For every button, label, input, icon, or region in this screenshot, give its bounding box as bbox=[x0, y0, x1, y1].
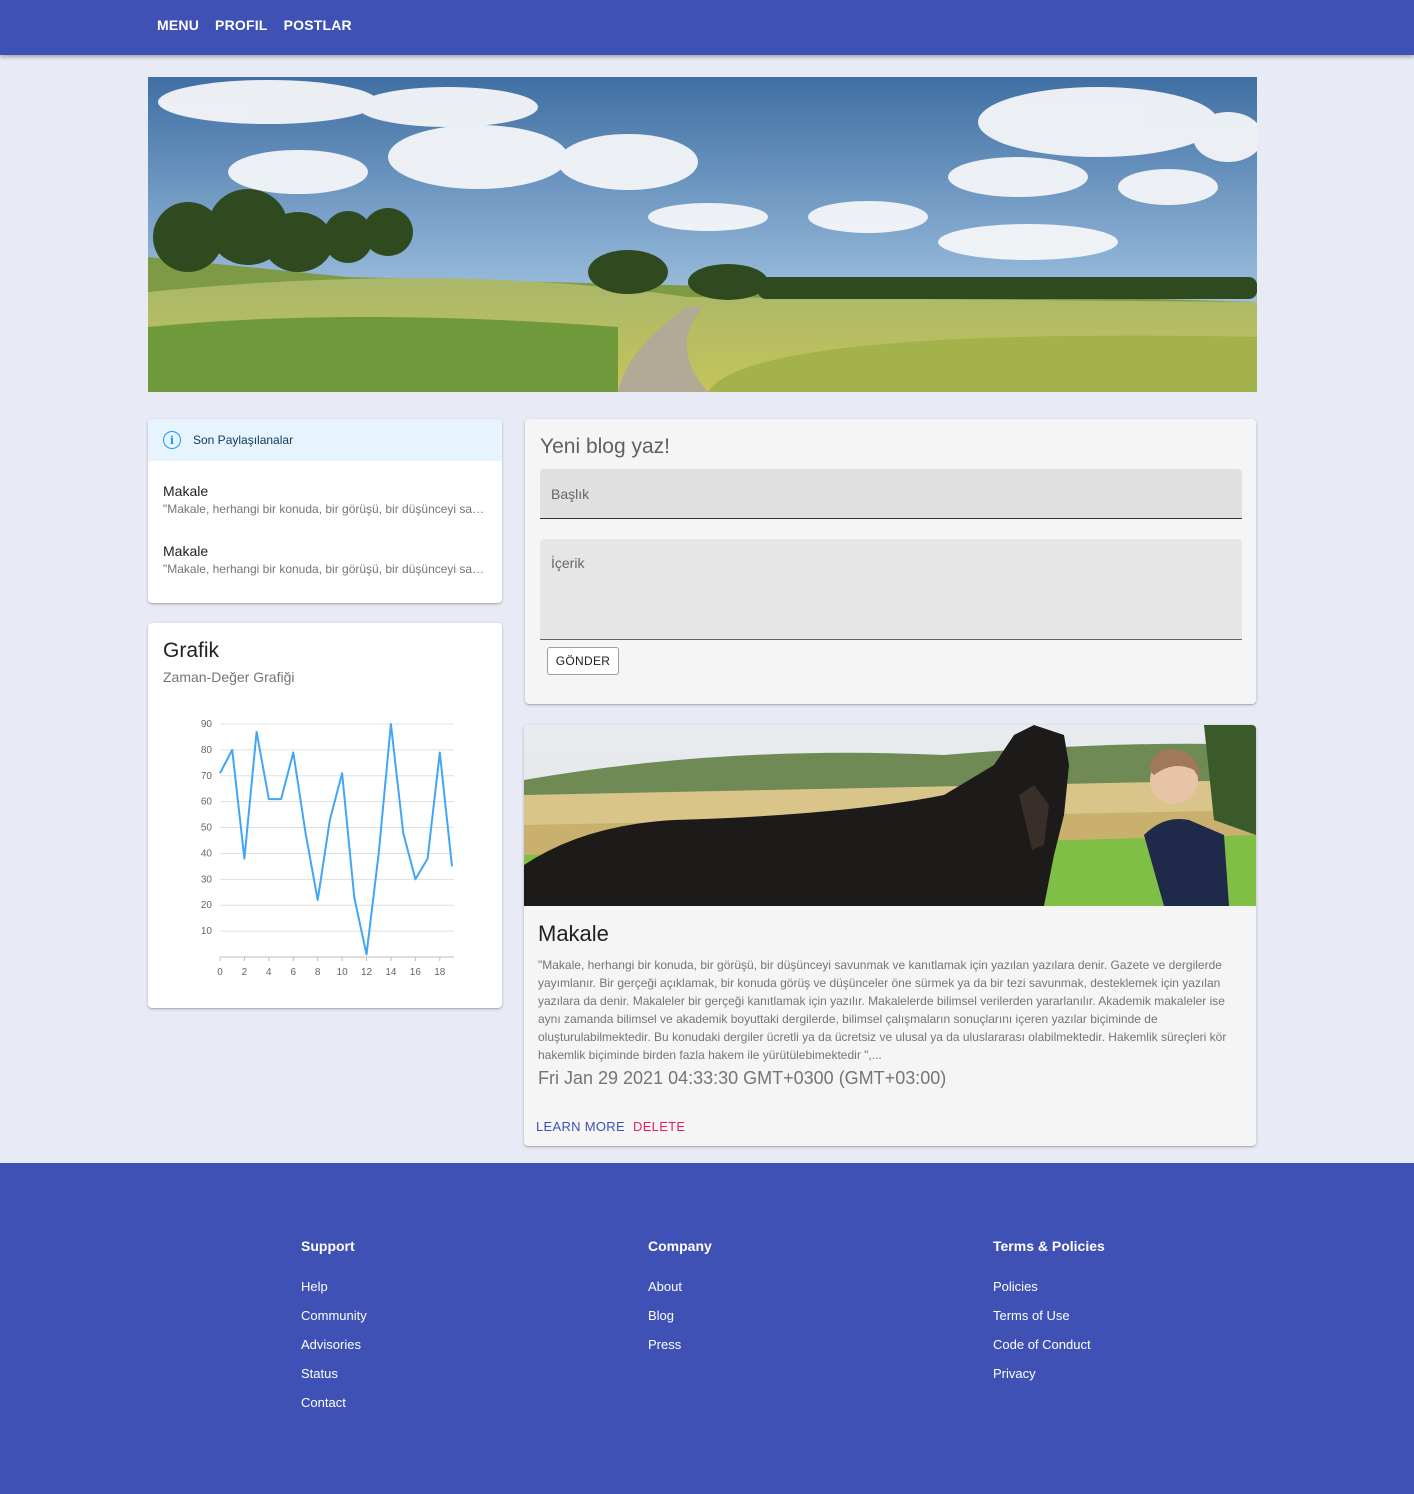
nav-profil[interactable]: PROFIL bbox=[207, 17, 276, 33]
post-card: Makale "Makale, herhangi bir konuda, bir… bbox=[524, 725, 1256, 1146]
footer-link-privacy[interactable]: Privacy bbox=[993, 1366, 1036, 1381]
footer-link-about[interactable]: About bbox=[648, 1279, 682, 1294]
y-tick-label: 20 bbox=[201, 900, 213, 911]
x-tick-label: 8 bbox=[315, 967, 321, 978]
x-tick-label: 2 bbox=[242, 967, 248, 978]
app-bar: MENU PROFIL POSTLAR bbox=[0, 0, 1414, 55]
footer-terms-title: Terms & Policies bbox=[993, 1238, 1105, 1254]
footer-support-title: Support bbox=[301, 1238, 355, 1254]
x-tick-label: 0 bbox=[217, 967, 223, 978]
post-body: "Makale, herhangi bir konuda, bir görüşü… bbox=[538, 958, 1227, 1062]
footer-link-contact[interactable]: Contact bbox=[301, 1395, 346, 1410]
y-tick-label: 70 bbox=[201, 771, 213, 782]
hero-image bbox=[148, 77, 1257, 392]
footer-link-terms-of-use[interactable]: Terms of Use bbox=[993, 1308, 1070, 1323]
post-date: Fri Jan 29 2021 04:33:30 GMT+0300 (GMT+0… bbox=[538, 1068, 947, 1088]
footer-link-help[interactable]: Help bbox=[301, 1279, 328, 1294]
list-item-excerpt: "Makale, herhangi bir konuda, bir görüşü… bbox=[163, 562, 487, 576]
y-tick-label: 60 bbox=[201, 797, 213, 808]
x-tick-label: 10 bbox=[337, 967, 349, 978]
x-tick-label: 4 bbox=[266, 967, 272, 978]
nav-postlar[interactable]: POSTLAR bbox=[276, 17, 360, 33]
info-icon: i bbox=[163, 431, 181, 449]
footer-link-community[interactable]: Community bbox=[301, 1308, 367, 1323]
footer-company-title: Company bbox=[648, 1238, 712, 1254]
footer-link-press[interactable]: Press bbox=[648, 1337, 681, 1352]
y-tick-label: 10 bbox=[201, 926, 213, 937]
footer-link-policies[interactable]: Policies bbox=[993, 1279, 1038, 1294]
y-tick-label: 40 bbox=[201, 848, 213, 859]
main-nav: MENU PROFIL POSTLAR bbox=[149, 0, 360, 50]
footer-link-status[interactable]: Status bbox=[301, 1366, 338, 1381]
recent-posts-alert: i Son Paylaşılanalar bbox=[148, 419, 502, 461]
post-image bbox=[524, 725, 1256, 906]
y-tick-label: 80 bbox=[201, 745, 213, 756]
recent-posts-card: i Son Paylaşılanalar Makale "Makale, her… bbox=[148, 419, 502, 603]
list-item-title: Makale bbox=[163, 543, 209, 559]
learn-more-button[interactable]: LEARN MORE bbox=[536, 1119, 625, 1134]
y-tick-label: 90 bbox=[201, 719, 213, 730]
x-tick-label: 14 bbox=[385, 967, 397, 978]
submit-button[interactable]: GÖNDER bbox=[547, 647, 619, 675]
list-item-excerpt: "Makale, herhangi bir konuda, bir görüşü… bbox=[163, 502, 487, 516]
footer-link-code-of-conduct[interactable]: Code of Conduct bbox=[993, 1337, 1091, 1352]
y-tick-label: 50 bbox=[201, 823, 213, 834]
x-tick-label: 6 bbox=[290, 967, 296, 978]
footer-link-advisories[interactable]: Advisories bbox=[301, 1337, 361, 1352]
x-tick-label: 18 bbox=[434, 967, 446, 978]
y-tick-label: 30 bbox=[201, 874, 213, 885]
line-chart: 10 20 30 40 50 60 70 80 90 0 2 4 6 8 10 12 14 16 18 bbox=[201, 719, 454, 978]
x-tick-label: 12 bbox=[361, 967, 373, 978]
footer: Support Help Community Advisories Status… bbox=[0, 1163, 1414, 1494]
content-field bbox=[540, 539, 1242, 640]
title-field bbox=[540, 469, 1242, 519]
list-item[interactable]: Makale "Makale, herhangi bir konuda, bir… bbox=[148, 483, 502, 516]
blog-writer-card: Yeni blog yaz! GÖNDER bbox=[525, 419, 1256, 704]
list-item[interactable]: Makale "Makale, herhangi bir konuda, bir… bbox=[148, 543, 502, 576]
chart-card: Grafik Zaman-Değer Grafiği 10 20 30 40 50 60 7… bbox=[148, 623, 502, 1008]
x-tick-label: 16 bbox=[410, 967, 422, 978]
list-item-title: Makale bbox=[163, 483, 209, 499]
series-line bbox=[219, 723, 453, 956]
content-input[interactable] bbox=[540, 539, 1242, 639]
title-input[interactable] bbox=[540, 469, 1242, 518]
footer-link-blog[interactable]: Blog bbox=[648, 1308, 674, 1323]
nav-menu[interactable]: MENU bbox=[149, 17, 207, 33]
post-title: Makale bbox=[538, 921, 609, 946]
delete-button[interactable]: DELETE bbox=[633, 1119, 685, 1134]
writer-heading: Yeni blog yaz! bbox=[540, 435, 670, 458]
recent-posts-heading: Son Paylaşılanalar bbox=[193, 433, 294, 447]
